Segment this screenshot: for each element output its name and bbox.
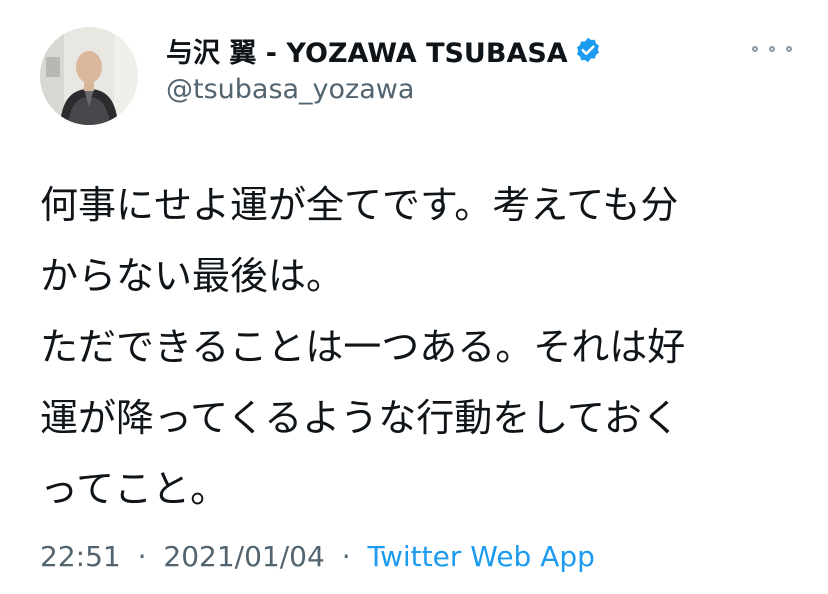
tweet-card: 与沢 翼 - YOZAWA TSUBASA @tsubasa_yozawa 何事… [0, 0, 828, 594]
more-options-icon[interactable] [752, 36, 792, 62]
user-handle[interactable]: @tsubasa_yozawa [166, 74, 414, 105]
tweet-text: 何事にせよ運が全てです。考えても分 からない最後は。 ただできることは一つある。… [40, 170, 800, 525]
tweet-text-line: 何事にせよ運が全てです。考えても分 [40, 183, 679, 227]
meta-separator: · [341, 540, 351, 573]
verified-badge-icon [574, 36, 602, 64]
display-name-row[interactable]: 与沢 翼 - YOZAWA TSUBASA [166, 30, 602, 70]
tweet-meta: 22:51 · 2021/01/04 · Twitter Web App [40, 540, 595, 573]
dot-icon [769, 46, 775, 52]
tweet-text-line: ただできることは一つある。それは好 [40, 325, 686, 369]
dot-icon [786, 46, 792, 52]
display-name[interactable]: 与沢 翼 - YOZAWA TSUBASA [166, 31, 568, 70]
tweet-source-link[interactable]: Twitter Web App [368, 540, 595, 573]
tweet-text-line: ってこと。 [40, 467, 229, 511]
tweet-text-line: 運が降ってくるような行動をしておく [40, 396, 680, 440]
dot-icon [752, 46, 758, 52]
tweet-time[interactable]: 22:51 [40, 540, 121, 573]
avatar[interactable] [40, 27, 138, 125]
avatar-image [40, 27, 138, 125]
tweet-date[interactable]: 2021/01/04 [163, 540, 324, 573]
meta-separator: · [137, 540, 147, 573]
tweet-text-line: からない最後は。 [40, 254, 345, 298]
